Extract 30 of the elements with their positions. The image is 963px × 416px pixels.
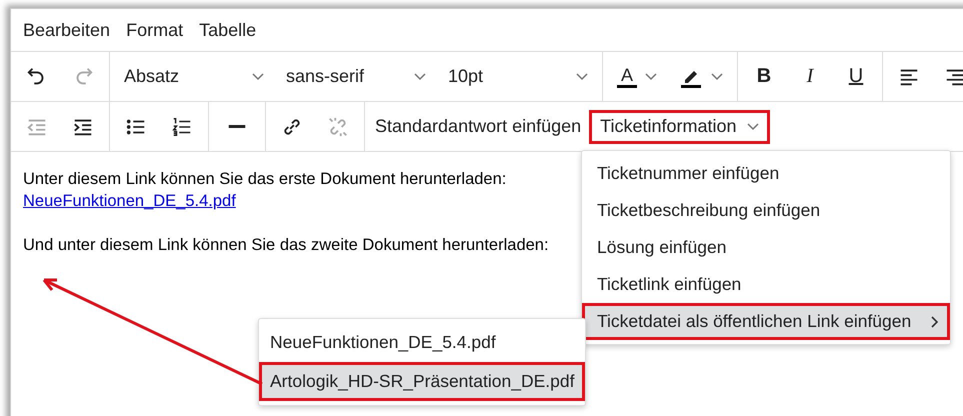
menu-item[interactable]: Ticketbeschreibung einfügen bbox=[582, 192, 950, 229]
dropdown[interactable]: 10pt bbox=[438, 60, 598, 94]
dropdown[interactable]: sans-serif bbox=[276, 60, 436, 94]
standard-reply-button[interactable]: Standardantwort einfügen bbox=[369, 110, 588, 144]
paragraph-text: Unter diesem Link können Sie das erste Dokument herunterladen: bbox=[23, 169, 506, 190]
menu-item[interactable]: Bearbeiten bbox=[15, 20, 118, 40]
menu-item[interactable]: Tabelle bbox=[191, 20, 264, 40]
underline-button[interactable]: U bbox=[834, 60, 878, 94]
paragraph-text: Und unter diesem Link können Sie das zweite Dokument herunterladen: bbox=[23, 235, 549, 256]
chevron-icon bbox=[414, 72, 426, 80]
bold-button[interactable]: B bbox=[742, 60, 786, 94]
chevron-icon bbox=[711, 72, 723, 80]
menu-item[interactable]: Lösung einfügen bbox=[582, 229, 950, 266]
menu-item[interactable]: Format bbox=[118, 20, 192, 40]
chevron-icon bbox=[746, 122, 759, 130]
chevron-icon bbox=[645, 72, 657, 80]
document-link[interactable]: NeueFunktionen_DE_5.4.pdf bbox=[23, 190, 236, 212]
menu-item[interactable]: Ticketdatei als öffentlichen Link einfügen bbox=[582, 303, 950, 340]
unlink-icon bbox=[327, 116, 349, 138]
menu-item[interactable]: Ticketlink einfügen bbox=[582, 266, 950, 303]
ticket-info-dropdown[interactable]: Ticketinformation bbox=[589, 110, 770, 144]
menu-item[interactable]: Ticketnummer einfügen bbox=[582, 155, 950, 192]
hr-icon bbox=[226, 125, 248, 128]
chevron-icon bbox=[576, 72, 588, 80]
dropdown[interactable]: Absatz bbox=[114, 60, 274, 94]
numbered-icon bbox=[171, 116, 193, 138]
text-color-button[interactable]: A bbox=[607, 60, 667, 94]
italic-button[interactable]: I bbox=[788, 60, 832, 94]
chevron-icon bbox=[252, 72, 264, 80]
menu-item[interactable]: Artologik_HD-SR_Präsentation_DE.pdf bbox=[259, 362, 586, 401]
